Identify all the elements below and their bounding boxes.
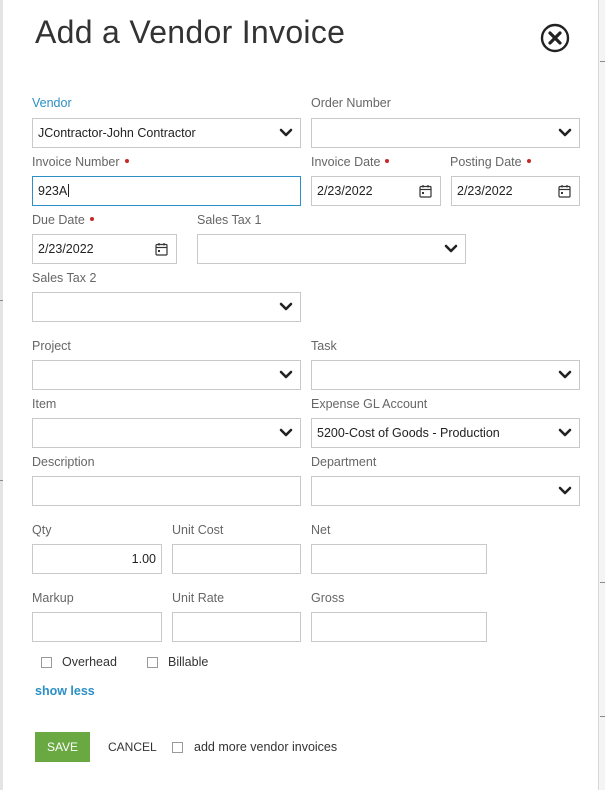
chevron-down-icon xyxy=(558,486,572,495)
unit-cost-label: Unit Cost xyxy=(172,523,224,537)
save-button[interactable]: SAVE xyxy=(35,732,90,762)
backdrop-mark xyxy=(600,582,605,583)
net-label: Net xyxy=(311,523,331,537)
sales-tax-2-label: Sales Tax 2 xyxy=(32,271,97,285)
project-select[interactable] xyxy=(32,360,301,390)
invoice-number-input[interactable]: 923A xyxy=(32,176,301,206)
required-indicator xyxy=(124,158,129,163)
order-number-label: Order Number xyxy=(311,96,391,110)
gross-input[interactable] xyxy=(311,612,487,642)
invoice-number-value: 923A xyxy=(38,184,68,198)
chevron-down-icon xyxy=(558,428,572,437)
chevron-down-icon xyxy=(279,302,293,311)
due-date-label-text: Due Date xyxy=(32,213,85,227)
vendor-select[interactable]: JContractor-John Contractor xyxy=(32,118,301,148)
cancel-button[interactable]: CANCEL xyxy=(102,732,159,762)
qty-value: 1.00 xyxy=(131,552,156,566)
billable-label: Billable xyxy=(168,655,209,669)
qty-label: Qty xyxy=(32,523,52,537)
invoice-date-input[interactable]: 2/23/2022 xyxy=(311,176,441,206)
expense-gl-account-value: 5200-Cost of Goods - Production xyxy=(317,426,500,440)
show-less-link[interactable]: show less xyxy=(35,684,95,698)
item-select[interactable] xyxy=(32,418,301,448)
dialog-title: Add a Vendor Invoice xyxy=(35,14,346,50)
required-indicator xyxy=(526,158,531,163)
item-label: Item xyxy=(32,397,57,411)
add-vendor-invoice-dialog: Add a Vendor Invoice Vendor JContractor-… xyxy=(3,0,598,790)
overhead-label: Overhead xyxy=(62,655,117,669)
description-input[interactable] xyxy=(32,476,301,506)
invoice-number-value-wrap: 923A xyxy=(38,184,70,198)
text-cursor xyxy=(68,184,70,198)
department-label: Department xyxy=(311,455,377,469)
backdrop-mark xyxy=(600,61,605,62)
calendar-icon[interactable] xyxy=(419,184,432,198)
overhead-checkbox[interactable] xyxy=(41,657,52,668)
posting-date-label: Posting Date xyxy=(450,155,531,169)
expense-gl-account-select[interactable]: 5200-Cost of Goods - Production xyxy=(311,418,580,448)
chevron-down-icon xyxy=(558,370,572,379)
due-date-label: Due Date xyxy=(32,213,94,227)
task-label: Task xyxy=(311,339,337,353)
chevron-down-icon xyxy=(279,428,293,437)
calendar-icon[interactable] xyxy=(155,242,168,256)
sales-tax-2-select[interactable] xyxy=(32,292,301,322)
close-circle-icon xyxy=(540,23,570,53)
add-more-label: add more vendor invoices xyxy=(194,740,338,754)
invoice-date-label-text: Invoice Date xyxy=(311,155,381,169)
invoice-number-label-text: Invoice Number xyxy=(32,155,120,169)
required-indicator xyxy=(89,216,94,221)
backdrop-right-edge xyxy=(598,0,605,790)
expense-gl-account-label: Expense GL Account xyxy=(311,397,428,411)
net-input[interactable] xyxy=(311,544,487,574)
unit-rate-label: Unit Rate xyxy=(172,591,225,605)
sales-tax-1-label: Sales Tax 1 xyxy=(197,213,262,227)
project-label: Project xyxy=(32,339,71,353)
department-select[interactable] xyxy=(311,476,580,506)
vendor-label: Vendor xyxy=(32,96,72,110)
chevron-down-icon xyxy=(279,370,293,379)
chevron-down-icon xyxy=(279,128,293,137)
description-label: Description xyxy=(32,455,95,469)
markup-input[interactable] xyxy=(32,612,162,642)
sales-tax-1-select[interactable] xyxy=(197,234,466,264)
posting-date-input[interactable]: 2/23/2022 xyxy=(451,176,580,206)
posting-date-value: 2/23/2022 xyxy=(457,184,513,198)
posting-date-label-text: Posting Date xyxy=(450,155,522,169)
vendor-value: JContractor-John Contractor xyxy=(38,126,196,140)
markup-label: Markup xyxy=(32,591,74,605)
chevron-down-icon xyxy=(558,128,572,137)
close-button[interactable] xyxy=(540,23,570,53)
qty-input[interactable]: 1.00 xyxy=(32,544,162,574)
due-date-value: 2/23/2022 xyxy=(38,242,94,256)
due-date-input[interactable]: 2/23/2022 xyxy=(32,234,177,264)
calendar-icon[interactable] xyxy=(558,184,571,198)
task-select[interactable] xyxy=(311,360,580,390)
unit-rate-input[interactable] xyxy=(172,612,301,642)
gross-label: Gross xyxy=(311,591,345,605)
invoice-date-value: 2/23/2022 xyxy=(317,184,373,198)
backdrop-mark xyxy=(600,716,605,717)
chevron-down-icon xyxy=(444,244,458,253)
add-more-checkbox[interactable] xyxy=(172,742,183,753)
required-indicator xyxy=(385,158,390,163)
billable-checkbox[interactable] xyxy=(147,657,158,668)
invoice-number-label: Invoice Number xyxy=(32,155,129,169)
invoice-date-label: Invoice Date xyxy=(311,155,390,169)
order-number-select[interactable] xyxy=(311,118,580,148)
unit-cost-input[interactable] xyxy=(172,544,301,574)
